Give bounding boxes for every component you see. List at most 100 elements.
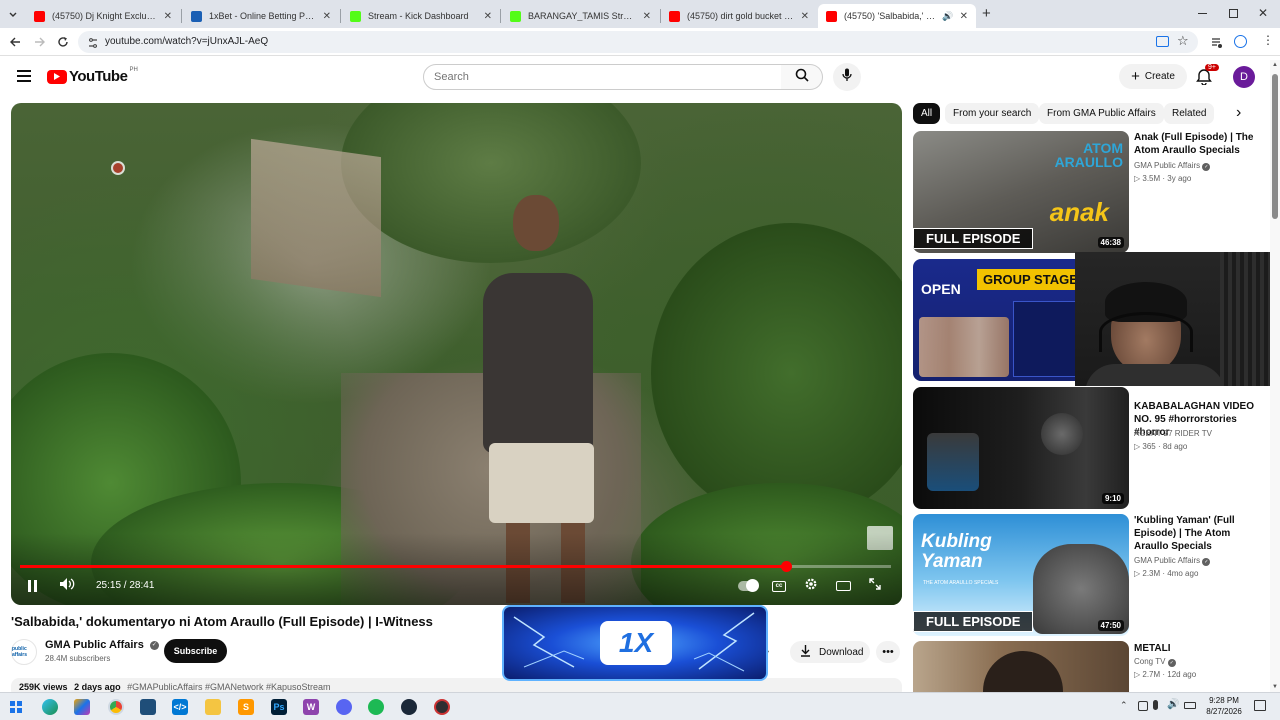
hashtags[interactable]: #GMAPublicAffairs #GMANetwork #KapusoStr… <box>127 682 330 692</box>
recommendation-channel[interactable]: GMA Public Affairs ✓ <box>1134 161 1211 171</box>
recommendation-title[interactable]: METALI <box>1134 642 1260 655</box>
close-icon[interactable]: ✕ <box>960 11 968 22</box>
chips-next-chevron-icon[interactable]: › <box>1236 104 1241 122</box>
close-icon[interactable]: ✕ <box>484 11 492 22</box>
guide-menu-icon[interactable] <box>17 70 31 82</box>
omnibox[interactable]: youtube.com/watch?v=jUnxAJL-AeQ ☆ <box>78 31 1198 53</box>
forward-icon[interactable] <box>34 35 46 53</box>
edge-icon[interactable] <box>42 699 58 715</box>
close-icon[interactable]: ✕ <box>801 11 809 22</box>
minimize-icon[interactable] <box>1198 13 1207 14</box>
recommendation-item[interactable]: ATOM ARAULLO anak FULL EPISODE 46:38 Ana… <box>913 131 1265 253</box>
channel-avatar[interactable]: public affairs <box>11 639 37 665</box>
scroll-down-icon[interactable]: ▼ <box>1272 684 1278 690</box>
volume-button[interactable] <box>58 577 76 595</box>
profile-icon[interactable] <box>1234 35 1247 48</box>
more-actions-button[interactable]: ••• <box>876 641 900 663</box>
pause-button[interactable] <box>24 577 40 595</box>
chrome-icon[interactable] <box>108 699 124 715</box>
chip-all[interactable]: All <box>913 103 941 124</box>
url-text[interactable]: youtube.com/watch?v=jUnxAJL-AeQ <box>105 36 268 47</box>
settings-button[interactable] <box>803 577 819 595</box>
recommendation-title[interactable]: 'Kubling Yaman' (Full Episode) | The Ato… <box>1134 514 1260 553</box>
close-icon[interactable]: ✕ <box>323 11 331 22</box>
full-episode-badge: FULL EPISODE <box>913 228 1034 249</box>
browser-tab-1[interactable]: 1xBet - Online Betting Philippin ✕ <box>183 4 339 28</box>
page-scrollbar[interactable]: ▲ ▼ <box>1270 60 1280 692</box>
windows-start-icon[interactable] <box>10 701 22 713</box>
new-tab-button[interactable]: + <box>982 6 996 22</box>
tab-search-icon[interactable] <box>6 8 20 22</box>
recommendation-item[interactable]: Kubling Yaman THE ATOM ARAULLO SPECIALS … <box>913 514 1265 636</box>
recommendation-channel[interactable]: AGENT 27 RIDER TV <box>1134 429 1212 438</box>
create-button[interactable]: + Create <box>1119 64 1187 89</box>
youtube-logo[interactable]: YouTube PH <box>47 67 138 85</box>
video-player[interactable] <box>11 103 902 605</box>
sublime-icon[interactable]: S <box>238 699 254 715</box>
network-icon[interactable] <box>1138 701 1148 711</box>
battery-icon[interactable] <box>1184 702 1196 709</box>
close-icon[interactable]: ✕ <box>164 11 172 22</box>
microphone-tray-icon[interactable] <box>1153 700 1158 710</box>
vscode-icon[interactable]: </> <box>172 699 188 715</box>
recommendation-thumbnail[interactable]: Kubling Yaman THE ATOM ARAULLO SPECIALS … <box>913 514 1129 636</box>
chip-from-your-search[interactable]: From your search <box>945 103 1040 124</box>
notification-center-icon[interactable] <box>1254 700 1266 711</box>
recommendation-thumbnail[interactable] <box>913 641 1129 692</box>
media-controls-icon[interactable] <box>1211 36 1223 54</box>
recommendation-thumbnail[interactable]: ATOM ARAULLO anak FULL EPISODE 46:38 <box>913 131 1129 253</box>
restore-icon[interactable] <box>1229 9 1238 18</box>
speaker-tray-icon[interactable]: 🔊 <box>1167 699 1179 710</box>
steam-icon[interactable] <box>401 699 417 715</box>
word-icon[interactable]: W <box>303 699 319 715</box>
browser-tab-0[interactable]: (45750) Dj Knight Exclusive | lo ✕ <box>26 4 180 28</box>
clock-time[interactable]: 9:28 PM <box>1202 696 1246 705</box>
recommendation-item[interactable]: METALI Cong TV ✓ ▷ 2.7M · 12d ago <box>913 641 1265 692</box>
voice-search-button[interactable] <box>833 63 861 91</box>
site-info-icon[interactable] <box>87 36 99 54</box>
browser-tab-5[interactable]: (45750) 'Salbabida,' dokum 🔊 ✕ <box>818 4 976 28</box>
theater-mode-button[interactable] <box>835 577 851 595</box>
back-icon[interactable] <box>9 35 21 53</box>
progress-bar[interactable] <box>20 561 891 572</box>
photoshop-icon[interactable]: Ps <box>271 699 287 715</box>
browser-tab-2[interactable]: Stream - Kick Dashboard ✕ <box>342 4 500 28</box>
avatar[interactable]: D <box>1233 66 1255 88</box>
recommendation-title[interactable]: Anak (Full Episode) | The Atom Araullo S… <box>1134 131 1260 157</box>
chip-from-gma-public-affairs[interactable]: From GMA Public Affairs <box>1039 103 1164 124</box>
captions-button[interactable]: cc <box>771 577 787 595</box>
download-button[interactable]: Download <box>790 641 870 663</box>
search-input[interactable] <box>423 64 782 90</box>
autoplay-toggle[interactable] <box>737 577 759 595</box>
recommendation-item[interactable]: 9:10 KABABALAGHAN VIDEO NO. 95 #horrorst… <box>913 387 1265 509</box>
browser-tab-4[interactable]: (45750) dirt gold bucket - YouT ✕ <box>661 4 817 28</box>
speaker-icon[interactable]: 🔊 <box>942 11 953 22</box>
reload-icon[interactable] <box>57 35 69 53</box>
scroll-thumb[interactable] <box>1272 74 1278 219</box>
scroll-up-icon[interactable]: ▲ <box>1272 62 1278 68</box>
browser-tab-3[interactable]: BARANGAY_TAMIS Stream - W ✕ <box>502 4 659 28</box>
install-app-icon[interactable] <box>1156 36 1169 47</box>
discord-icon[interactable] <box>336 699 352 715</box>
chip-related[interactable]: Related <box>1164 103 1215 124</box>
subscribe-button[interactable]: Subscribe <box>164 639 227 663</box>
recommendation-thumbnail[interactable]: 9:10 <box>913 387 1129 509</box>
close-icon[interactable]: ✕ <box>643 11 651 22</box>
browser-menu-icon[interactable]: ⋮ <box>1262 33 1274 47</box>
bookmark-star-icon[interactable]: ☆ <box>1177 33 1189 49</box>
tray-chevron-icon[interactable]: ⌃ <box>1120 700 1128 711</box>
ad-overlay[interactable]: 1X <box>502 605 768 681</box>
close-window-icon[interactable]: ✕ <box>1258 6 1268 20</box>
fullscreen-button[interactable] <box>867 577 883 595</box>
obs-icon[interactable] <box>434 699 450 715</box>
clock-date[interactable]: 8/27/2026 <box>1202 707 1246 716</box>
notifications-button[interactable]: 9+ <box>1196 64 1219 87</box>
recommendation-channel[interactable]: Cong TV ✓ <box>1134 657 1176 667</box>
search-button[interactable] <box>781 64 823 90</box>
spotify-icon[interactable] <box>368 699 384 715</box>
file-explorer-icon[interactable] <box>205 699 221 715</box>
channel-name[interactable]: GMA Public Affairs ✓ <box>45 639 159 651</box>
app-icon[interactable] <box>140 699 156 715</box>
copilot-icon[interactable] <box>74 699 90 715</box>
recommendation-channel[interactable]: GMA Public Affairs ✓ <box>1134 556 1211 566</box>
